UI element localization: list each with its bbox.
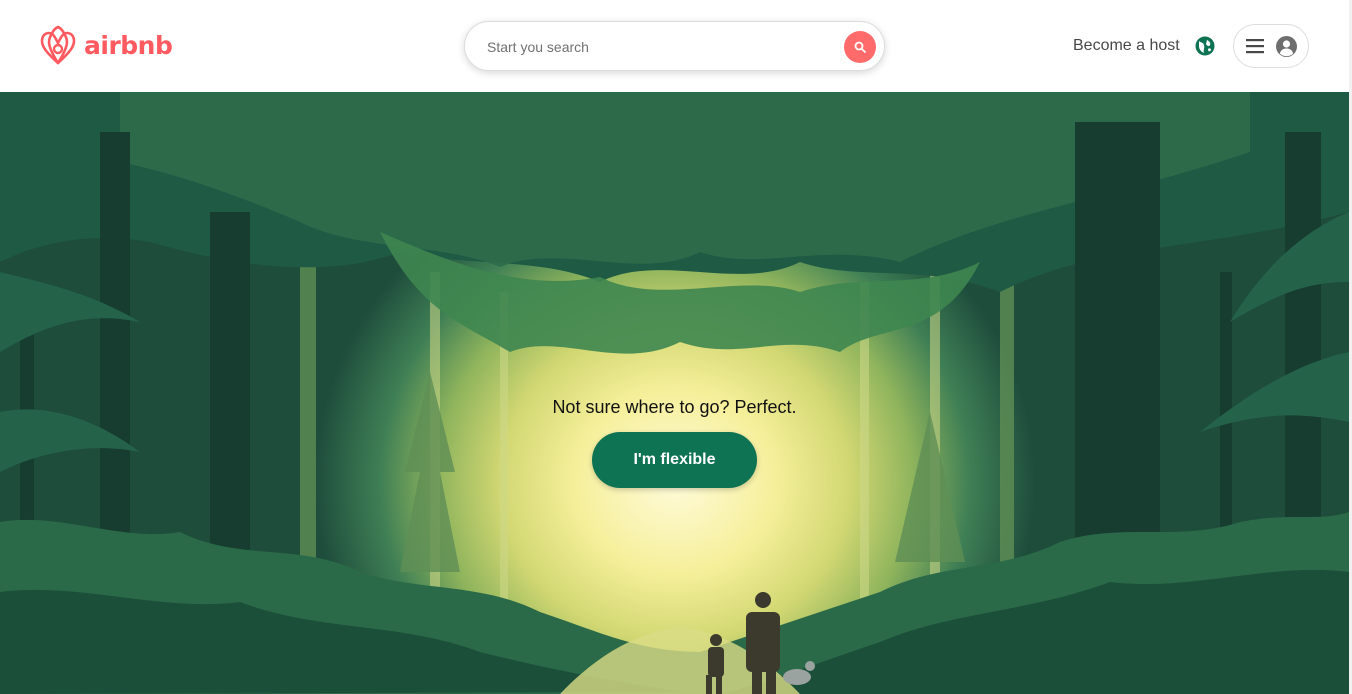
search-input[interactable] bbox=[485, 34, 825, 60]
hero-banner: Not sure where to go? Perfect. I'm flexi… bbox=[0, 92, 1349, 694]
user-avatar-icon bbox=[1276, 36, 1297, 57]
globe-icon[interactable] bbox=[1195, 36, 1215, 56]
become-a-host-link[interactable]: Become a host bbox=[1073, 36, 1180, 56]
hamburger-menu-icon bbox=[1246, 39, 1264, 54]
search-button[interactable] bbox=[844, 31, 876, 63]
airbnb-logo-icon bbox=[40, 25, 76, 65]
top-navigation-bar: airbnb Become a host bbox=[0, 0, 1352, 92]
search-icon bbox=[854, 41, 866, 53]
forest-illustration bbox=[0, 92, 1349, 694]
im-flexible-button[interactable]: I'm flexible bbox=[592, 432, 757, 488]
search-bar bbox=[464, 21, 885, 71]
airbnb-logo[interactable]: airbnb bbox=[39, 25, 173, 67]
user-menu-button[interactable] bbox=[1233, 24, 1309, 68]
logo-wordmark: airbnb bbox=[84, 31, 173, 60]
hero-tagline: Not sure where to go? Perfect. bbox=[552, 397, 797, 417]
